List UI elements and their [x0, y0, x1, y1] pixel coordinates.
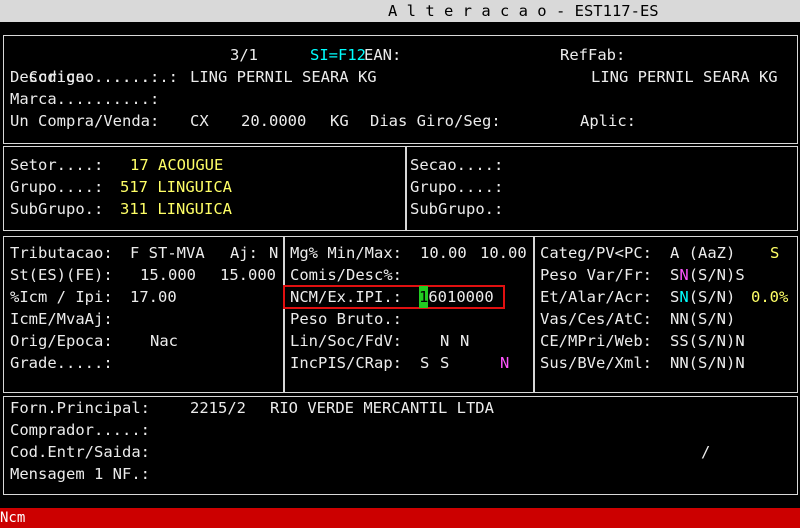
- icm-label: %Icm / Ipi:: [10, 288, 113, 306]
- cod-entr-label: Cod.Entr/Saida:: [10, 443, 150, 461]
- ce-field[interactable]: SS(S/N)N: [670, 330, 745, 352]
- reffab-label: RefFab:: [560, 46, 626, 64]
- tributacao-label: Tributacao:: [10, 244, 113, 262]
- et-s: S: [670, 288, 680, 306]
- categ-field[interactable]: A (AaZ): [670, 242, 735, 264]
- et-rest: (S/N): [688, 288, 736, 306]
- grupo-field[interactable]: 517 LINGUICA: [120, 176, 232, 198]
- forn-label: Forn.Principal:: [10, 399, 150, 417]
- un-compra-field[interactable]: CX: [190, 110, 209, 132]
- vas-label: Vas/Ces/AtC:: [540, 310, 652, 328]
- forn-name: RIO VERDE MERCANTIL LTDA: [270, 399, 494, 417]
- uncv-label: Un Compra/Venda:: [10, 112, 160, 130]
- et-field[interactable]: SN(S/N): [670, 286, 735, 308]
- ncm-field[interactable]: 16010000: [419, 286, 494, 308]
- peso-var-field[interactable]: SN(S/N)S: [670, 264, 745, 286]
- sus-field[interactable]: NN(S/N)N: [670, 352, 745, 374]
- subgrupo2-label: SubGrupo.:: [410, 200, 504, 218]
- ce-label: CE/MPri/Web:: [540, 332, 652, 350]
- comis-label: Comis/Desc%:: [290, 266, 402, 284]
- st-field-2[interactable]: 15.000: [220, 264, 276, 286]
- status-bar: Ncm: [0, 508, 800, 528]
- setor-field[interactable]: 17 ACOUGUE: [130, 154, 223, 176]
- vas-field[interactable]: NN(S/N): [670, 308, 735, 330]
- codigo-field[interactable]: 3/1: [230, 44, 258, 66]
- mg-field-2[interactable]: 10.00: [480, 242, 527, 264]
- forn-code-field[interactable]: 2215/2: [190, 397, 246, 419]
- descricao-field[interactable]: LING PERNIL SEARA KG: [190, 66, 377, 88]
- lin-field-1[interactable]: N: [440, 330, 449, 352]
- window-title: A l t e r a c a o - EST117-ES: [388, 2, 659, 20]
- lin-label: Lin/Soc/FdV:: [290, 332, 402, 350]
- icme-label: IcmE/MvaAj:: [10, 310, 113, 328]
- ncm-label: NCM/Ex.IPI.:: [290, 288, 402, 306]
- peso-bruto-label: Peso Bruto.:: [290, 310, 402, 328]
- icm-field[interactable]: 17.00: [130, 286, 177, 308]
- subgrupo-label: SubGrupo.:: [10, 200, 104, 218]
- text-cursor: 1: [419, 286, 429, 308]
- mensagem-label: Mensagem 1 NF.:: [10, 465, 150, 483]
- categ-label: Categ/PV<PC:: [540, 244, 652, 262]
- inc-field-2[interactable]: S: [440, 352, 449, 374]
- peso-var-s: S: [670, 266, 680, 284]
- et-percent-field[interactable]: 0.0%: [751, 286, 788, 308]
- sus-label: Sus/BVe/Xml:: [540, 354, 652, 372]
- aj-label: Aj:: [230, 244, 258, 262]
- mg-label: Mg% Min/Max:: [290, 244, 402, 262]
- descricao-label: Descricao......:: [10, 68, 160, 86]
- window-title-bar: A l t e r a c a o - EST117-ES: [0, 0, 800, 22]
- inc-field-1[interactable]: S: [420, 352, 429, 374]
- secao-label: Secao....:: [410, 156, 504, 174]
- setor-label: Setor....:: [10, 156, 104, 174]
- aj-field[interactable]: N: [269, 242, 278, 264]
- aplic-label: Aplic:: [580, 112, 636, 130]
- comprador-label: Comprador.....:: [10, 421, 150, 439]
- et-label: Et/Alar/Acr:: [540, 288, 652, 306]
- subgrupo-field[interactable]: 311 LINGUICA: [120, 198, 232, 220]
- et-n: N: [679, 288, 689, 306]
- peso-var-label: Peso Var/Fr:: [540, 266, 652, 284]
- un-venda-field[interactable]: KG: [330, 110, 349, 132]
- mg-field-1[interactable]: 10.00: [420, 242, 467, 264]
- grupo2-label: Grupo....:: [410, 178, 504, 196]
- si-f12-hint: SI=F12: [310, 46, 366, 64]
- marca-label: Marca..........:: [10, 90, 160, 108]
- grade-label: Grade.....:: [10, 354, 113, 372]
- orig-field[interactable]: Nac: [150, 330, 178, 352]
- ncm-value: 6010000: [428, 288, 494, 306]
- inc-label: IncPIS/CRap:: [290, 354, 402, 372]
- codigo-row: Codigo.........:: [10, 44, 178, 86]
- dias-giro-label: Dias Giro/Seg:: [370, 112, 501, 130]
- tributacao-field[interactable]: F ST-MVA: [130, 242, 205, 264]
- status-text: Ncm: [0, 510, 26, 526]
- categ-flag[interactable]: S: [770, 242, 779, 264]
- cod-entr-separator: /: [701, 443, 711, 461]
- inc-field-3[interactable]: N: [500, 352, 509, 374]
- ean-label: EAN:: [364, 46, 402, 64]
- orig-label: Orig/Epoca:: [10, 332, 113, 350]
- fator-field[interactable]: 20.0000: [241, 110, 306, 132]
- peso-var-rest: (S/N)S: [688, 266, 745, 284]
- lin-field-2[interactable]: N: [460, 330, 469, 352]
- peso-var-n: N: [679, 266, 689, 284]
- st-label: St(ES)(FE):: [10, 266, 113, 284]
- grupo-label: Grupo....:: [10, 178, 104, 196]
- descricao-right-field[interactable]: LING PERNIL SEARA KG: [591, 66, 778, 88]
- st-field-1[interactable]: 15.000: [140, 264, 196, 286]
